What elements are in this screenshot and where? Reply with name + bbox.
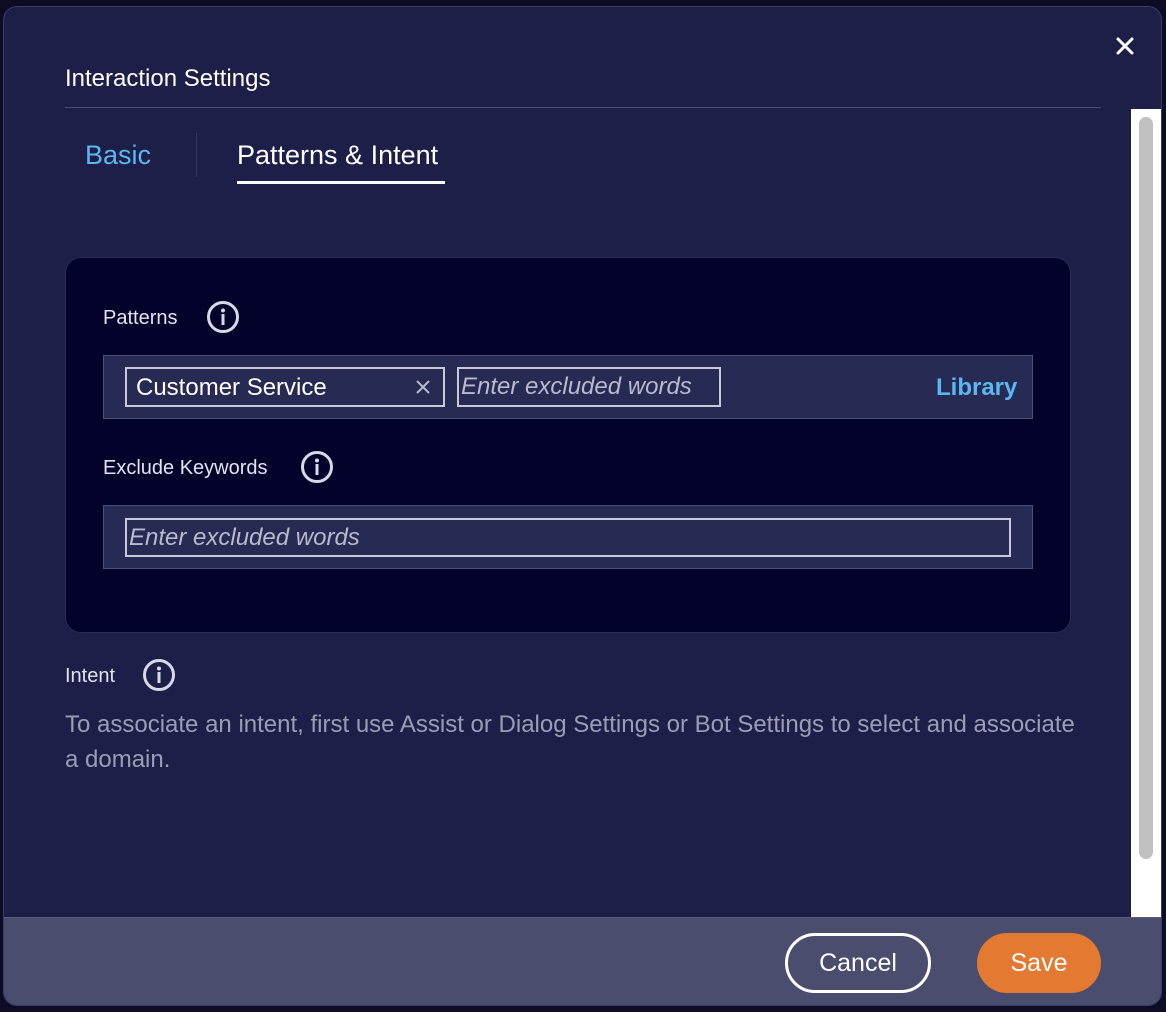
close-icon[interactable]	[1112, 33, 1138, 59]
info-icon[interactable]	[300, 450, 334, 484]
close-icon[interactable]	[413, 377, 433, 397]
tab-separator	[196, 133, 197, 177]
title-divider	[65, 107, 1101, 108]
library-link[interactable]: Library	[936, 374, 1017, 402]
scrollbar-thumb[interactable]	[1139, 117, 1153, 859]
tab-basic[interactable]: Basic	[85, 139, 151, 171]
cancel-button[interactable]: Cancel	[785, 933, 931, 993]
interaction-settings-dialog: Interaction Settings Basic Patterns & In…	[3, 6, 1162, 1006]
info-icon[interactable]	[142, 658, 176, 692]
dialog-title: Interaction Settings	[65, 65, 271, 92]
patterns-label: Patterns	[103, 307, 178, 329]
patterns-input[interactable]	[457, 367, 721, 407]
pattern-chip: Customer Service	[125, 367, 445, 407]
info-icon[interactable]	[206, 300, 240, 334]
pattern-chip-label: Customer Service	[136, 374, 327, 401]
dialog-footer: Cancel Save	[4, 917, 1161, 1005]
tab-patterns-intent[interactable]: Patterns & Intent	[237, 139, 438, 171]
scrollbar[interactable]	[1131, 109, 1161, 919]
exclude-keywords-input[interactable]	[125, 518, 1011, 557]
patterns-panel: Patterns Customer Service Library	[65, 257, 1071, 633]
intent-description: To associate an intent, first use Assist…	[65, 711, 1075, 773]
patterns-input-box[interactable]: Customer Service Library	[103, 355, 1033, 419]
save-button[interactable]: Save	[977, 933, 1101, 993]
exclude-keywords-label: Exclude Keywords	[103, 457, 268, 479]
intent-label: Intent	[65, 665, 116, 687]
active-tab-indicator	[237, 181, 445, 184]
exclude-keywords-box[interactable]	[103, 505, 1033, 569]
